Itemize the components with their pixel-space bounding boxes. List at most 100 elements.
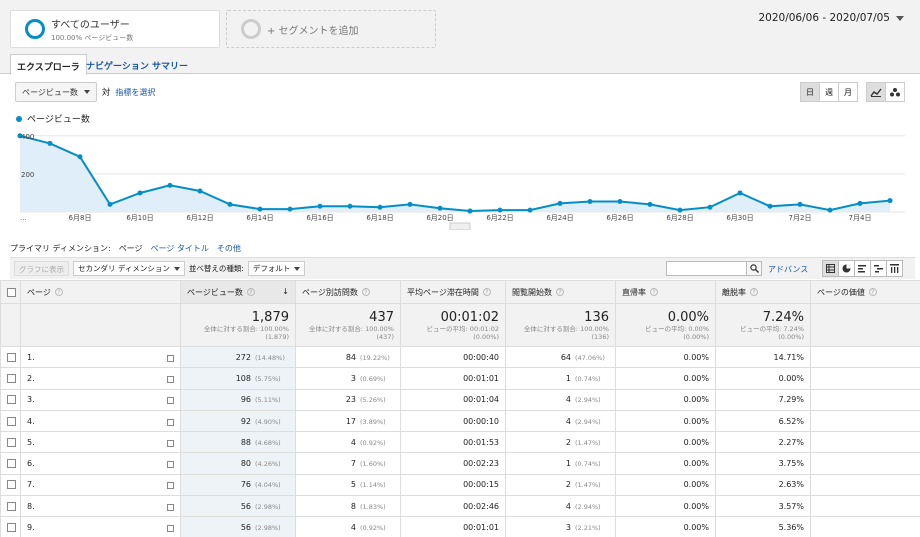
external-link-icon[interactable]: [167, 375, 174, 383]
data-point[interactable]: [197, 188, 203, 194]
select-metric-link[interactable]: 指標を選択: [115, 87, 155, 98]
data-point[interactable]: [227, 201, 233, 207]
col-avg-time[interactable]: 平均ページ滞在時間?: [400, 280, 506, 304]
table-row[interactable]: 7. 76 (4.04%) 5 (1.14%) 00:00:15 2 (1.47%) 0.00%…: [0, 473, 920, 497]
data-point[interactable]: [377, 204, 383, 210]
data-point[interactable]: [857, 200, 863, 206]
external-link-icon[interactable]: [167, 461, 174, 469]
sort-type-dropdown[interactable]: デフォルト: [247, 261, 306, 276]
help-icon[interactable]: ?: [650, 288, 658, 296]
external-link-icon[interactable]: [167, 397, 174, 405]
cell-page[interactable]: 3.: [20, 388, 181, 411]
plot-rows-button[interactable]: グラフに表示: [14, 261, 69, 276]
data-point[interactable]: [107, 201, 113, 207]
pivot-icon[interactable]: [886, 260, 903, 277]
col-entrances[interactable]: 閲覧開始数?: [505, 280, 616, 304]
data-point[interactable]: [797, 201, 803, 207]
row-checkbox[interactable]: [7, 352, 16, 362]
table-row[interactable]: 8. 56 (2.98%) 8 (1.83%) 00:02:46 4 (2.94%) 0.00%…: [0, 495, 920, 518]
line-chart-icon[interactable]: [866, 82, 886, 102]
help-icon[interactable]: ?: [361, 288, 370, 296]
data-point[interactable]: [347, 203, 353, 209]
help-icon[interactable]: ?: [482, 288, 491, 296]
data-point[interactable]: [47, 140, 53, 146]
data-point[interactable]: [287, 206, 293, 212]
cell-page[interactable]: 8.: [20, 495, 181, 518]
metric-dropdown[interactable]: ページビュー数: [15, 82, 97, 102]
secondary-dimension-dropdown[interactable]: セカンダリ ディメンション: [73, 261, 185, 276]
chart-resize-handle[interactable]: [449, 222, 471, 230]
cell-page[interactable]: 2.: [20, 367, 181, 390]
row-checkbox[interactable]: [7, 523, 16, 533]
data-point[interactable]: [887, 198, 893, 204]
date-range-picker[interactable]: 2020/06/06 - 2020/07/05: [758, 12, 904, 24]
help-icon[interactable]: ?: [868, 288, 877, 296]
advanced-filter-link[interactable]: アドバンス: [768, 264, 808, 275]
pie-chart-icon[interactable]: [838, 260, 855, 277]
help-icon[interactable]: ?: [54, 288, 63, 296]
col-unique-views[interactable]: ページ別訪問数?: [295, 280, 401, 304]
col-page-value[interactable]: ページの価値?: [810, 280, 920, 304]
granularity-month[interactable]: 月: [838, 82, 858, 102]
table-row[interactable]: 1. 272 (14.48%) 84 (19.22%) 00:00:40 64 (47.06%…: [0, 345, 920, 369]
tab-navigation-summary[interactable]: ナビゲーション サマリー: [80, 54, 194, 75]
data-point[interactable]: [497, 207, 503, 213]
row-checkbox[interactable]: [7, 416, 16, 426]
cell-page[interactable]: 4.: [20, 409, 181, 433]
performance-icon[interactable]: [854, 260, 871, 277]
table-row[interactable]: 5. 88 (4.68%) 4 (0.92%) 00:01:53 2 (1.47%) 0.00%…: [0, 431, 920, 454]
motion-chart-icon[interactable]: [885, 82, 905, 102]
data-point[interactable]: [137, 190, 143, 196]
cell-page[interactable]: 9.: [20, 516, 181, 537]
external-link-icon[interactable]: [167, 418, 174, 426]
col-page[interactable]: ページ?: [20, 280, 181, 304]
data-point[interactable]: [767, 203, 773, 209]
table-row[interactable]: 3. 96 (5.11%) 23 (5.26%) 00:01:04 4 (2.94%) 0.00…: [0, 388, 920, 411]
data-point[interactable]: [827, 207, 833, 213]
help-icon[interactable]: ?: [750, 288, 758, 296]
granularity-day[interactable]: 日: [800, 82, 820, 102]
granularity-week[interactable]: 週: [819, 82, 839, 102]
data-point[interactable]: [557, 200, 563, 206]
external-link-icon[interactable]: [167, 503, 174, 511]
data-point[interactable]: [317, 203, 323, 209]
row-checkbox[interactable]: [7, 501, 16, 511]
table-row[interactable]: 9. 56 (2.98%) 4 (0.92%) 00:01:01 3 (2.21%) 0.00%…: [0, 516, 920, 537]
external-link-icon[interactable]: [167, 482, 174, 490]
data-table-icon[interactable]: [822, 260, 839, 277]
data-point[interactable]: [707, 204, 713, 210]
search-icon[interactable]: [746, 261, 762, 276]
help-icon[interactable]: ?: [246, 288, 255, 296]
external-link-icon[interactable]: [167, 525, 174, 533]
comparison-icon[interactable]: [870, 260, 887, 277]
row-checkbox[interactable]: [7, 480, 16, 490]
help-icon[interactable]: ?: [556, 288, 564, 296]
tab-explorer[interactable]: エクスプローラ: [10, 54, 87, 75]
data-point[interactable]: [167, 182, 173, 188]
row-checkbox[interactable]: [7, 459, 16, 469]
dimension-page-title[interactable]: ページ タイトル: [151, 243, 209, 254]
col-pageviews[interactable]: ページビュー数? ↓: [180, 280, 296, 304]
external-link-icon[interactable]: [167, 354, 174, 362]
data-point[interactable]: [527, 207, 533, 213]
select-all-checkbox-cell[interactable]: [0, 280, 21, 304]
data-point[interactable]: [437, 205, 443, 211]
table-row[interactable]: 6. 80 (4.26%) 7 (1.60%) 00:02:23 1 (0.74%) 0.00%…: [0, 452, 920, 475]
add-segment-button[interactable]: + セグメントを追加: [226, 10, 436, 48]
data-point[interactable]: [647, 201, 653, 207]
cell-page[interactable]: 6.: [20, 452, 181, 475]
col-exit-rate[interactable]: 離脱率?: [715, 280, 811, 304]
table-row[interactable]: 2. 108 (5.75%) 3 (0.69%) 00:01:01 1 (0.74%) 0.00…: [0, 367, 920, 390]
data-point[interactable]: [617, 199, 623, 205]
row-checkbox[interactable]: [7, 373, 16, 383]
table-row[interactable]: 4. 92 (4.90%) 17 (3.89%) 00:00:10 4 (2.94%) 0.00…: [0, 409, 920, 433]
data-point[interactable]: [737, 190, 743, 196]
cell-page[interactable]: 5.: [20, 431, 181, 454]
dimension-more[interactable]: その他: [217, 243, 241, 254]
data-point[interactable]: [467, 208, 473, 214]
data-point[interactable]: [587, 199, 593, 205]
external-link-icon[interactable]: [167, 439, 174, 447]
row-checkbox[interactable]: [7, 395, 16, 405]
select-all-checkbox[interactable]: [7, 287, 16, 297]
data-point[interactable]: [257, 206, 263, 212]
